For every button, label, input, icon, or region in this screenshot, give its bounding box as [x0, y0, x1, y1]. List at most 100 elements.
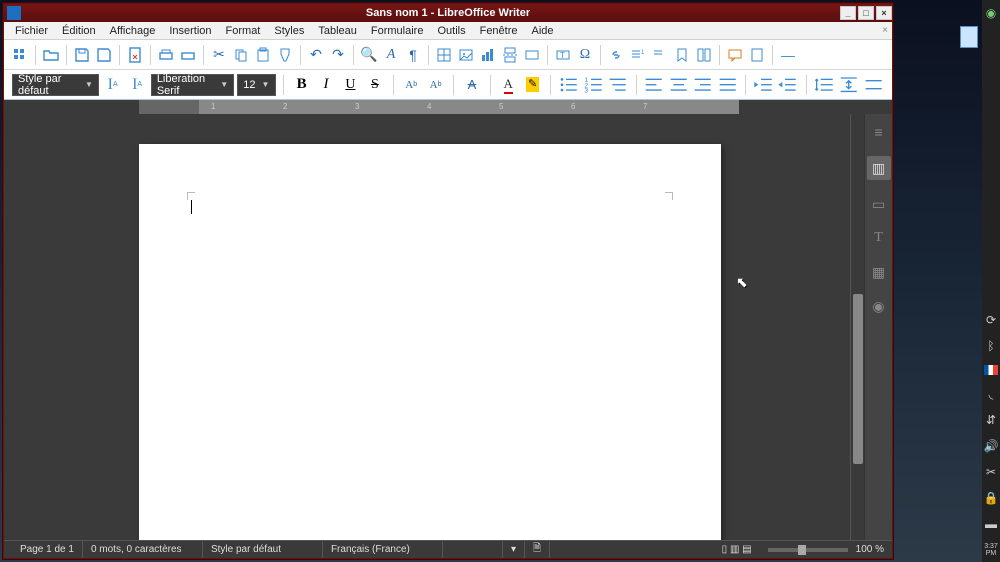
line-button[interactable]: — [777, 44, 799, 66]
menu-styles[interactable]: Styles [267, 25, 311, 37]
status-style[interactable]: Style par défaut [203, 541, 323, 558]
tray-bluetooth-icon[interactable]: ᛒ [984, 339, 998, 353]
sidebar-navigator-icon[interactable]: ◉ [869, 296, 889, 316]
status-zoom[interactable]: 100 % [856, 544, 884, 555]
menu-affichage[interactable]: Affichage [103, 25, 163, 37]
zoom-slider[interactable] [768, 548, 848, 552]
minimize-button[interactable]: _ [840, 6, 856, 20]
table-button[interactable] [433, 44, 455, 66]
document-scroll[interactable] [4, 114, 850, 540]
track-changes-button[interactable] [746, 44, 768, 66]
align-left-button[interactable] [643, 74, 664, 96]
strike-button[interactable]: S [364, 74, 385, 96]
number-list-button[interactable]: 123 [583, 74, 604, 96]
vertical-scrollbar[interactable] [850, 114, 864, 540]
paste-button[interactable] [252, 44, 274, 66]
formatting-marks-button[interactable]: ¶ [402, 44, 424, 66]
hyperlink-button[interactable] [605, 44, 627, 66]
bullet-list-button[interactable] [558, 74, 579, 96]
desktop-file-icon[interactable] [960, 26, 978, 48]
menu-formulaire[interactable]: Formulaire [364, 25, 431, 37]
print-button[interactable] [155, 44, 177, 66]
new-button[interactable] [9, 44, 31, 66]
chart-button[interactable] [477, 44, 499, 66]
scrollbar-thumb[interactable] [853, 294, 863, 464]
zoom-slider-knob[interactable] [798, 545, 806, 555]
clear-format-button[interactable]: A [461, 74, 482, 96]
sidebar-properties-icon[interactable]: ▥ [867, 156, 891, 180]
subscript-button[interactable]: Ab [425, 74, 446, 96]
status-word-count[interactable]: 0 mots, 0 caractères [83, 541, 203, 558]
tray-updates-icon[interactable]: ⟳ [984, 313, 998, 327]
footnote-button[interactable]: 1 [627, 44, 649, 66]
para-spacing-dec-button[interactable] [863, 74, 884, 96]
align-center-button[interactable] [668, 74, 689, 96]
special-char-button[interactable]: Ω [574, 44, 596, 66]
tray-clipboard-icon[interactable]: ✂ [984, 465, 998, 479]
status-insert-mode[interactable] [443, 541, 503, 558]
open-button[interactable] [40, 44, 62, 66]
font-name-combo[interactable]: Liberation Serif ▼ [151, 74, 234, 96]
spellcheck-button[interactable]: A [380, 44, 402, 66]
redo-button[interactable]: ↷ [327, 44, 349, 66]
sidebar-page-icon[interactable]: ▭ [869, 194, 889, 214]
increase-indent-button[interactable] [753, 74, 774, 96]
paragraph-style-combo[interactable]: Style par défaut ▼ [12, 74, 99, 96]
update-style-button[interactable]: IA [102, 74, 123, 96]
outline-list-button[interactable] [607, 74, 628, 96]
superscript-button[interactable]: Ab [400, 74, 421, 96]
tray-network-icon[interactable]: ⇵ [984, 413, 998, 427]
print-preview-button[interactable] [177, 44, 199, 66]
endnote-button[interactable] [649, 44, 671, 66]
image-button[interactable] [455, 44, 477, 66]
document-close-icon[interactable]: × [882, 25, 888, 36]
horizontal-ruler[interactable]: 1 2 3 4 5 6 7 [4, 100, 892, 114]
italic-button[interactable]: I [315, 74, 336, 96]
para-spacing-inc-button[interactable] [838, 74, 859, 96]
cut-button[interactable]: ✂ [208, 44, 230, 66]
menu-edition[interactable]: Édition [55, 25, 103, 37]
maximize-button[interactable]: □ [858, 6, 874, 20]
line-spacing-button[interactable] [814, 74, 835, 96]
sidebar-menu-icon[interactable]: ≡ [869, 122, 889, 142]
menu-fenetre[interactable]: Fenêtre [473, 25, 525, 37]
clone-format-button[interactable] [274, 44, 296, 66]
find-button[interactable]: 🔍 [358, 44, 380, 66]
align-right-button[interactable] [692, 74, 713, 96]
menu-aide[interactable]: Aide [525, 25, 561, 37]
tray-volume-icon[interactable]: 🔊 [984, 439, 998, 453]
save-button[interactable] [71, 44, 93, 66]
tray-lock-icon[interactable]: 🔒 [984, 491, 998, 505]
menu-tableau[interactable]: Tableau [311, 25, 364, 37]
comment-button[interactable] [724, 44, 746, 66]
menu-format[interactable]: Format [219, 25, 268, 37]
tray-battery-icon[interactable]: ▬ [984, 517, 998, 531]
status-view-icons[interactable]: ▯ ▥ ▤ [714, 541, 760, 558]
highlight-button[interactable]: ✎ [522, 74, 543, 96]
tray-start-icon[interactable]: ◉ [984, 6, 998, 20]
align-justify-button[interactable] [717, 74, 738, 96]
bookmark-button[interactable] [671, 44, 693, 66]
sidebar-gallery-icon[interactable]: ▦ [869, 262, 889, 282]
close-button[interactable]: × [876, 6, 892, 20]
tray-wifi-icon[interactable]: ◟ [984, 387, 998, 401]
titlebar[interactable]: Sans nom 1 - LibreOffice Writer _ □ × [4, 4, 892, 22]
new-style-button[interactable]: IA [126, 74, 147, 96]
status-selection-mode[interactable]: ▾ [503, 541, 525, 558]
textbox-button[interactable]: T [552, 44, 574, 66]
font-size-combo[interactable]: 12 ▼ [237, 74, 276, 96]
field-button[interactable] [521, 44, 543, 66]
menu-fichier[interactable]: Fichier [8, 25, 55, 37]
tray-clock[interactable]: 3:37 PM [982, 543, 1000, 558]
decrease-indent-button[interactable] [777, 74, 798, 96]
tray-keyboard-layout-icon[interactable] [984, 365, 998, 375]
cross-ref-button[interactable] [693, 44, 715, 66]
sidebar-styles-icon[interactable]: Ƭ [869, 228, 889, 248]
save-as-button[interactable] [93, 44, 115, 66]
menu-outils[interactable]: Outils [430, 25, 472, 37]
copy-button[interactable] [230, 44, 252, 66]
status-signature[interactable]: 🗎 [525, 541, 550, 558]
menu-insertion[interactable]: Insertion [162, 25, 218, 37]
status-language[interactable]: Français (France) [323, 541, 443, 558]
status-page[interactable]: Page 1 de 1 [12, 541, 83, 558]
